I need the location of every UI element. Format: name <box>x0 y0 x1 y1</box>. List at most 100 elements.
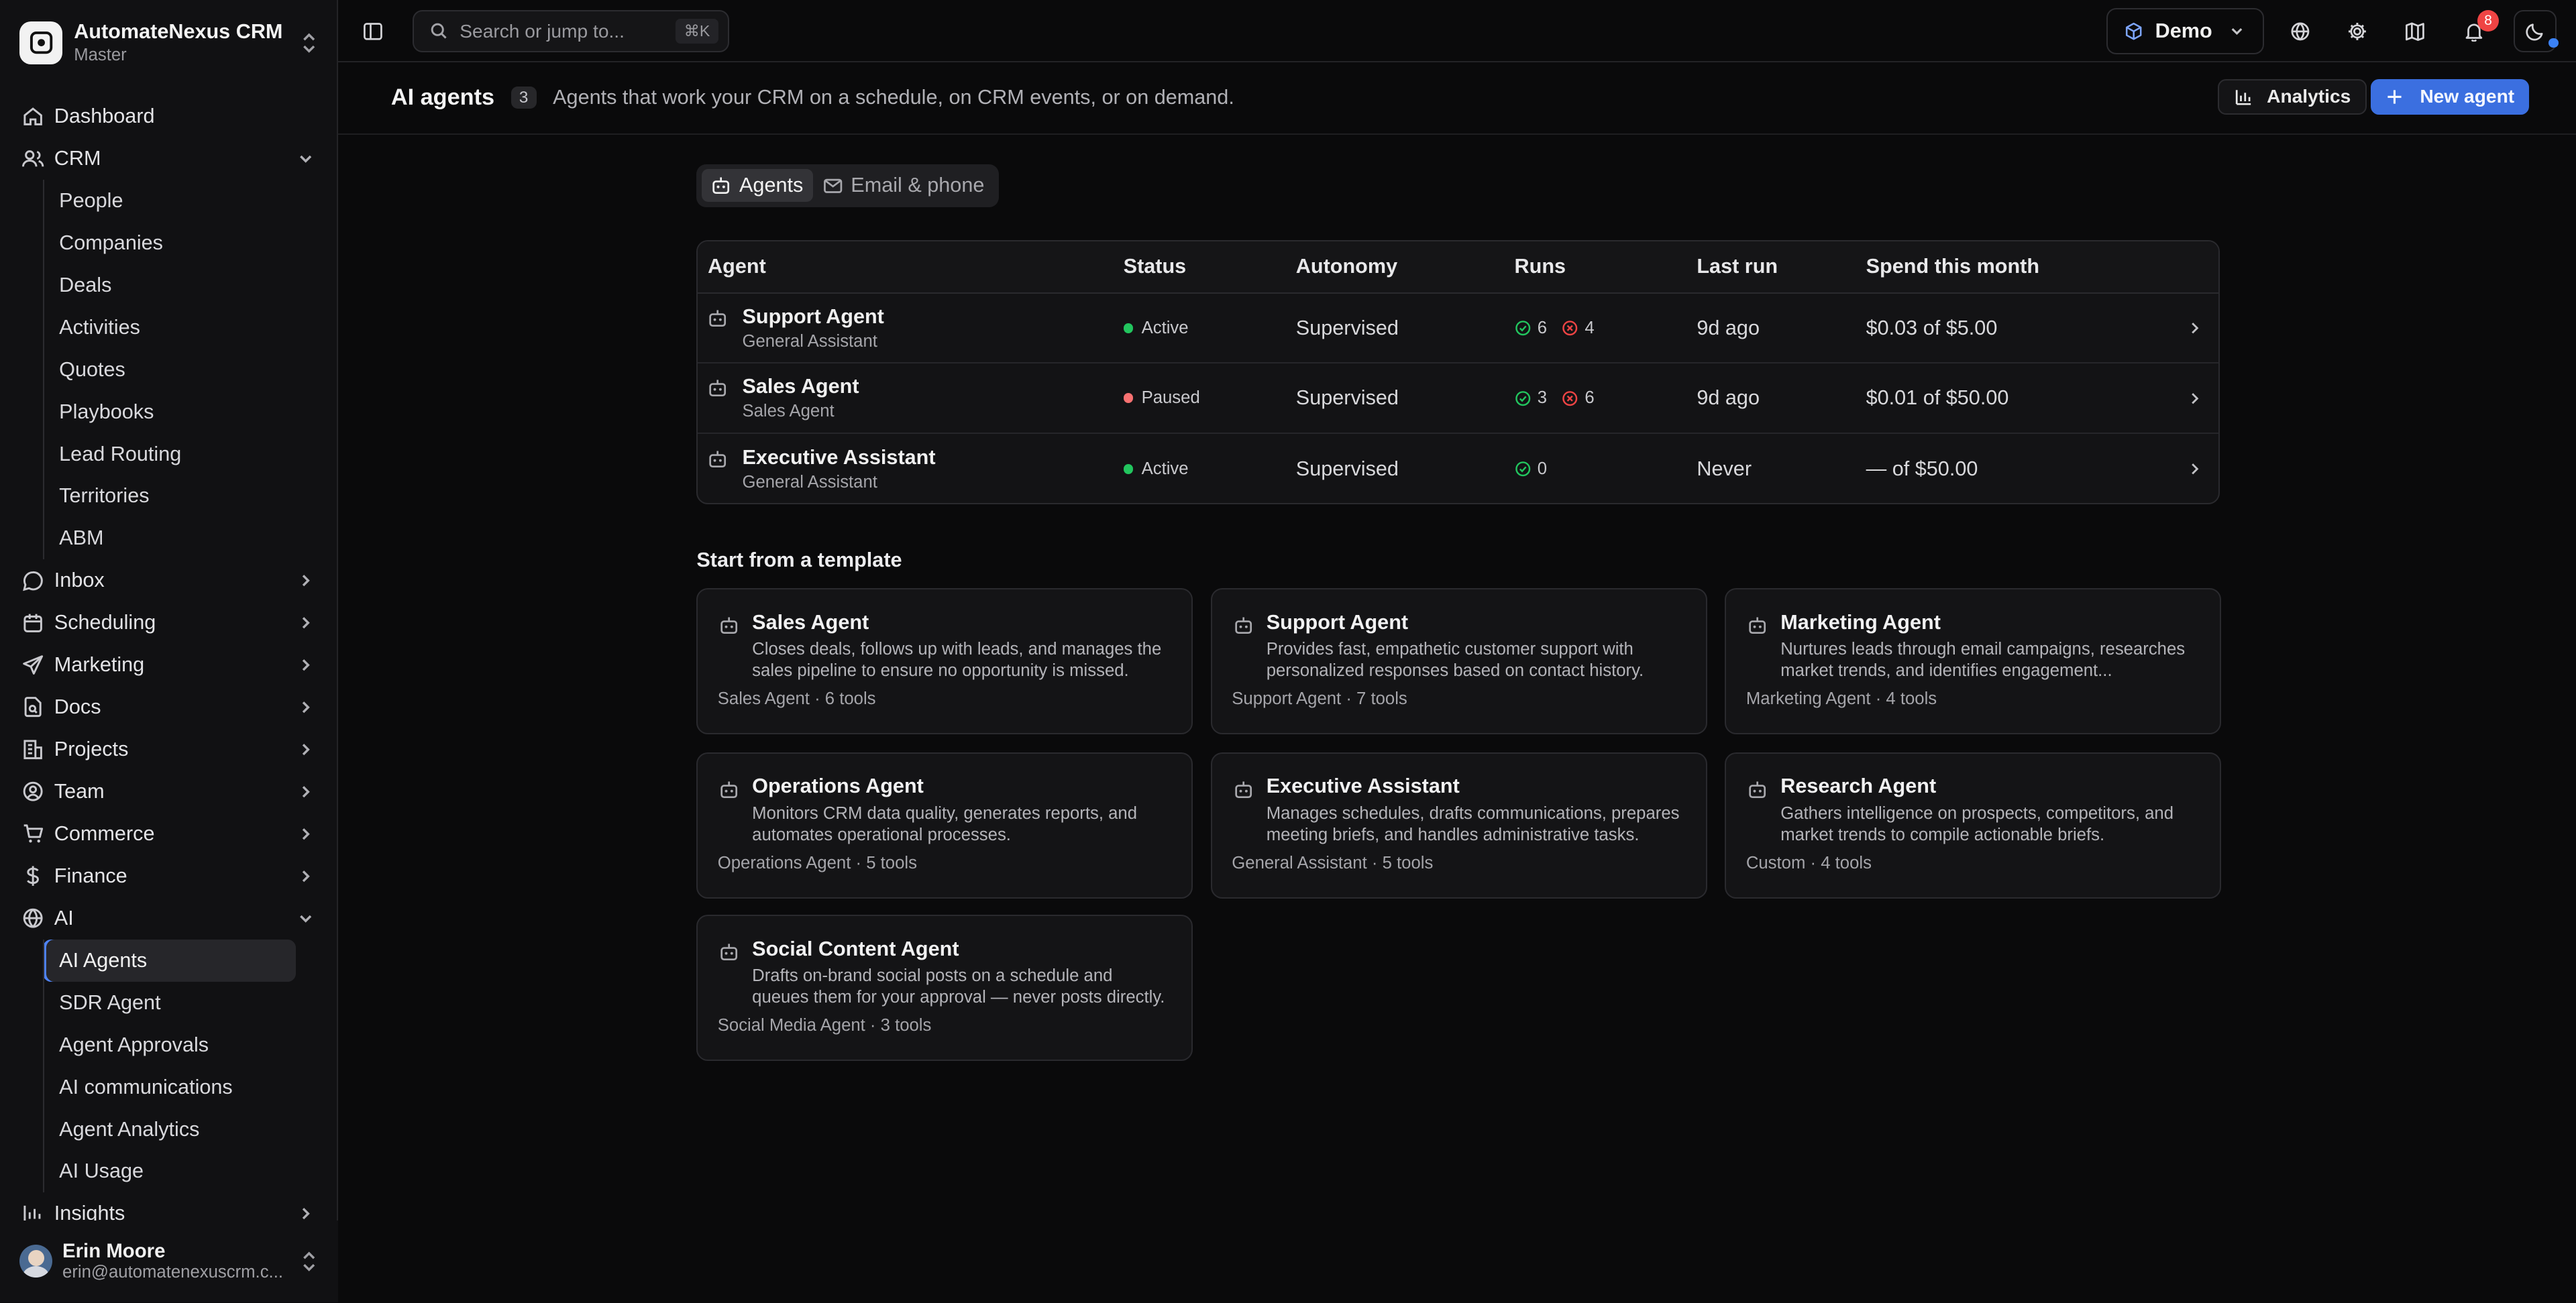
runs-success-count: 0 <box>1537 459 1548 478</box>
sidebar-item-commerce[interactable]: Commerce <box>0 813 338 855</box>
sidebar-item-marketing[interactable]: Marketing <box>0 644 338 686</box>
chevron-right-icon[interactable] <box>2186 461 2202 477</box>
bot-icon <box>709 451 727 467</box>
chevron-right-icon <box>302 617 310 629</box>
globe-icon <box>23 908 43 928</box>
runs-cell: 0 <box>1515 459 1548 479</box>
column-header-agent: Agent <box>708 255 766 278</box>
sidebar-item-scheduling[interactable]: Scheduling <box>0 602 338 644</box>
sidebar-nav: Dashboard CRM People Companies Deals Act… <box>0 95 338 1225</box>
sidebar-item-docs[interactable]: Docs <box>0 686 338 728</box>
page-subtitle: Agents that work your CRM on a schedule,… <box>553 86 1234 109</box>
tab-agents[interactable]: Agents <box>701 169 813 203</box>
user-menu[interactable]: Erin Moore erin@automatenexuscrm.c... <box>0 1220 339 1303</box>
tab-email-phone[interactable]: Email & phone <box>813 169 994 202</box>
template-card-research-agent[interactable]: Research Agent Gathers intelligence on p… <box>1725 752 2222 899</box>
runs-failed-count: 4 <box>1585 318 1595 337</box>
template-card-executive-assistant[interactable]: Executive Assistant Manages schedules, d… <box>1210 752 1707 899</box>
sidebar-item-label: Team <box>54 780 105 803</box>
sidebar-item-ai[interactable]: AI <box>0 897 338 940</box>
sidebar-item-ai-agents[interactable]: AI Agents <box>42 939 296 982</box>
runs-cell: 3 6 <box>1515 388 1595 408</box>
new-agent-button[interactable]: New agent <box>2370 78 2530 115</box>
sidebar-item-label: Finance <box>54 864 127 887</box>
bot-icon <box>709 310 727 327</box>
toggle-sidebar-button[interactable] <box>360 18 386 44</box>
template-card-marketing-agent[interactable]: Marketing Agent Nurtures leads through e… <box>1725 587 2222 734</box>
home-icon <box>23 107 42 126</box>
template-card-sales-agent[interactable]: Sales Agent Closes deals, follows up wit… <box>696 587 1193 734</box>
table-row[interactable]: Support Agent General Assistant Active S… <box>698 294 2218 364</box>
sidebar-item-people[interactable]: People <box>43 180 339 222</box>
status-dot <box>1123 393 1134 404</box>
agent-role: General Assistant <box>742 331 877 351</box>
sidebar-item-playbooks[interactable]: Playbooks <box>43 391 339 433</box>
sidebar-item-dashboard[interactable]: Dashboard <box>0 95 338 137</box>
status-dot <box>1123 463 1134 474</box>
search-input[interactable]: Search or jump to... ⌘K <box>412 9 730 53</box>
agent-name: Sales Agent <box>742 375 859 398</box>
chevron-updown-icon <box>303 33 315 53</box>
workspace-switcher[interactable]: AutomateNexus CRM Master <box>0 0 338 85</box>
sidebar-item-deals[interactable]: Deals <box>43 264 339 306</box>
avatar <box>19 1245 53 1278</box>
analytics-button[interactable]: Analytics <box>2218 78 2367 115</box>
status-label: Active <box>1141 459 1189 478</box>
sidebar-item-inbox[interactable]: Inbox <box>0 559 338 602</box>
sidebar-item-abm[interactable]: ABM <box>43 517 339 559</box>
templates-heading: Start from a template <box>696 548 902 571</box>
workspace-select[interactable]: Demo <box>2106 8 2264 54</box>
sidebar-item-label: Commerce <box>54 822 155 845</box>
workspace-name: AutomateNexus CRM <box>74 20 283 44</box>
agent-cell: Executive Assistant General Assistant <box>708 446 936 492</box>
agent-count-badge: 3 <box>511 87 537 109</box>
bot-icon <box>720 944 738 961</box>
template-card-social-content-agent[interactable]: Social Content Agent Drafts on-brand soc… <box>696 915 1193 1062</box>
sidebar-item-ai-communications[interactable]: AI communications <box>43 1066 339 1109</box>
bot-icon <box>720 617 738 634</box>
check-circle-icon <box>1515 461 1530 477</box>
sidebar-item-agent-analytics[interactable]: Agent Analytics <box>43 1109 339 1151</box>
chevron-right-icon[interactable] <box>2186 320 2202 336</box>
theme-toggle-button[interactable] <box>2513 9 2559 53</box>
ai-submenu: AI Agents SDR Agent Agent Approvals AI c… <box>42 939 339 1193</box>
sidebar-item-territories[interactable]: Territories <box>43 475 339 517</box>
bar-chart-icon <box>2235 89 2251 105</box>
settings-button[interactable] <box>2345 18 2371 44</box>
bot-icon <box>1749 617 1766 634</box>
bot-icon <box>1749 781 1766 798</box>
spend-value: $0.03 of $5.00 <box>1866 316 1998 339</box>
sidebar-item-companies[interactable]: Companies <box>43 222 339 264</box>
template-meta: Operations Agent · 5 tools <box>717 854 917 873</box>
chevron-right-icon <box>302 828 310 840</box>
language-button[interactable] <box>2287 18 2313 44</box>
template-card-support-agent[interactable]: Support Agent Provides fast, empathetic … <box>1210 587 1707 734</box>
table-row[interactable]: Sales Agent Sales Agent Paused Supervise… <box>698 363 2218 435</box>
users-icon <box>21 150 44 167</box>
chevron-right-icon <box>302 659 310 671</box>
sidebar-item-finance[interactable]: Finance <box>0 855 338 897</box>
map-button[interactable] <box>2402 18 2428 44</box>
agent-role: General Assistant <box>742 472 877 492</box>
notification-count-badge: 8 <box>2477 9 2499 32</box>
sidebar-item-crm[interactable]: CRM <box>0 137 338 180</box>
status-badge: Active <box>1123 319 1189 338</box>
sidebar-item-quotes[interactable]: Quotes <box>43 349 339 391</box>
sidebar-item-ai-usage[interactable]: AI Usage <box>43 1150 339 1192</box>
last-run-value: 9d ago <box>1697 386 1760 410</box>
template-card-operations-agent[interactable]: Operations Agent Monitors CRM data quali… <box>696 752 1193 899</box>
workspace-select-label: Demo <box>2155 19 2212 43</box>
table-row[interactable]: Executive Assistant General Assistant Ac… <box>698 434 2218 503</box>
sidebar-item-projects[interactable]: Projects <box>0 728 338 771</box>
column-header-runs: Runs <box>1514 255 1566 278</box>
sidebar-item-label: AI <box>54 906 74 929</box>
chevron-right-icon[interactable] <box>2186 390 2202 406</box>
sidebar-item-activities[interactable]: Activities <box>43 306 339 349</box>
sidebar-item-lead-routing[interactable]: Lead Routing <box>43 433 339 475</box>
sidebar-item-sdr-agent[interactable]: SDR Agent <box>43 982 339 1024</box>
sidebar-item-team[interactable]: Team <box>0 771 338 813</box>
bot-icon <box>720 781 738 798</box>
agent-name: Executive Assistant <box>742 445 936 469</box>
sidebar-item-agent-approvals[interactable]: Agent Approvals <box>43 1024 339 1066</box>
template-description: Closes deals, follows up with leads, and… <box>752 639 1162 680</box>
